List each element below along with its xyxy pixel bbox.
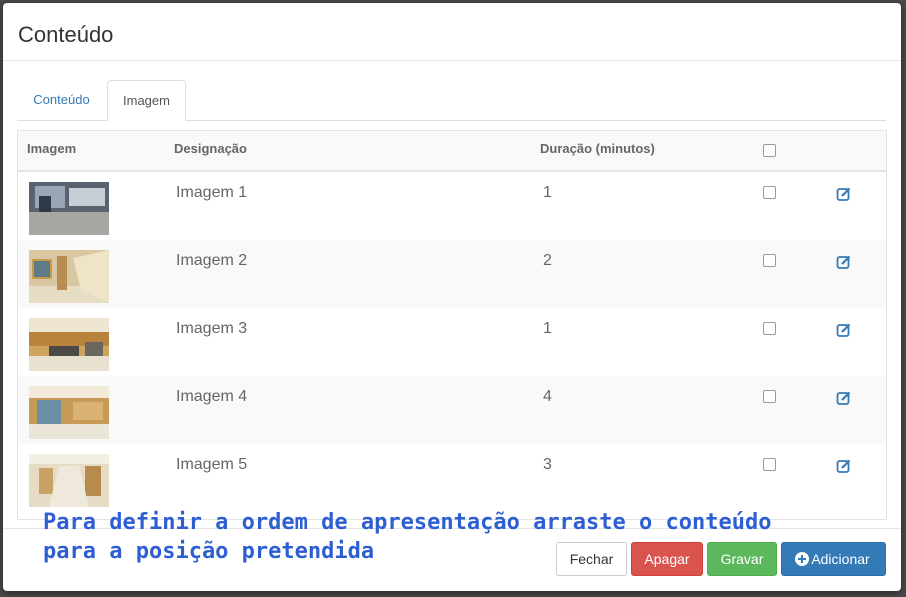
table-row[interactable]: Imagem 3 1 bbox=[18, 308, 886, 376]
row-designation: Imagem 3 bbox=[176, 320, 248, 337]
row-checkbox[interactable] bbox=[763, 254, 776, 267]
hint-line-1: Para definir a ordem de apresentação arr… bbox=[43, 510, 772, 535]
row-duration: 3 bbox=[543, 456, 552, 473]
row-duration: 4 bbox=[543, 388, 552, 405]
tab-conteudo[interactable]: Conteúdo bbox=[17, 80, 106, 119]
row-duration: 1 bbox=[543, 184, 552, 201]
add-button[interactable]: Adicionar bbox=[781, 542, 886, 576]
edit-icon[interactable] bbox=[836, 322, 852, 338]
delete-button[interactable]: Apagar bbox=[631, 542, 703, 576]
row-designation: Imagem 5 bbox=[176, 456, 248, 473]
modal-header: Conteúdo bbox=[3, 3, 901, 61]
images-table: Imagem Designação Duração (minutos) Imag… bbox=[17, 130, 887, 520]
row-designation: Imagem 4 bbox=[176, 388, 248, 405]
thumbnail-image bbox=[29, 182, 109, 235]
tabs-bar: Conteúdo Imagem bbox=[17, 80, 886, 121]
table-header: Imagem Designação Duração (minutos) bbox=[18, 131, 886, 172]
row-checkbox[interactable] bbox=[763, 458, 776, 471]
table-row[interactable]: Imagem 4 4 bbox=[18, 376, 886, 444]
table-row[interactable]: Imagem 1 1 bbox=[18, 172, 886, 240]
edit-icon[interactable] bbox=[836, 458, 852, 474]
select-all-checkbox[interactable] bbox=[763, 144, 776, 157]
close-button[interactable]: Fechar bbox=[556, 542, 627, 576]
add-button-label: Adicionar bbox=[811, 551, 870, 567]
thumbnail-image bbox=[29, 318, 109, 371]
row-duration: 1 bbox=[543, 320, 552, 337]
modal-title: Conteúdo bbox=[18, 22, 114, 47]
edit-icon[interactable] bbox=[836, 390, 852, 406]
header-duration: Duração (minutos) bbox=[540, 141, 655, 156]
save-button[interactable]: Gravar bbox=[707, 542, 777, 576]
header-designation: Designação bbox=[174, 141, 247, 156]
edit-icon[interactable] bbox=[836, 254, 852, 270]
table-row[interactable]: Imagem 2 2 bbox=[18, 240, 886, 308]
thumbnail-image bbox=[29, 386, 109, 439]
row-duration: 2 bbox=[543, 252, 552, 269]
row-designation: Imagem 2 bbox=[176, 252, 248, 269]
row-designation: Imagem 1 bbox=[176, 184, 248, 201]
tab-imagem[interactable]: Imagem bbox=[107, 80, 186, 121]
content-modal: Conteúdo Conteúdo Imagem Imagem Designaç… bbox=[3, 3, 901, 591]
thumbnail-image bbox=[29, 250, 109, 303]
header-image: Imagem bbox=[27, 141, 77, 156]
table-row[interactable]: Imagem 5 3 bbox=[18, 444, 886, 512]
row-checkbox[interactable] bbox=[763, 186, 776, 199]
hint-line-2: para a posição pretendida bbox=[43, 539, 375, 564]
thumbnail-image bbox=[29, 454, 109, 507]
plus-circle-icon bbox=[795, 552, 809, 566]
edit-icon[interactable] bbox=[836, 186, 852, 202]
row-checkbox[interactable] bbox=[763, 322, 776, 335]
row-checkbox[interactable] bbox=[763, 390, 776, 403]
